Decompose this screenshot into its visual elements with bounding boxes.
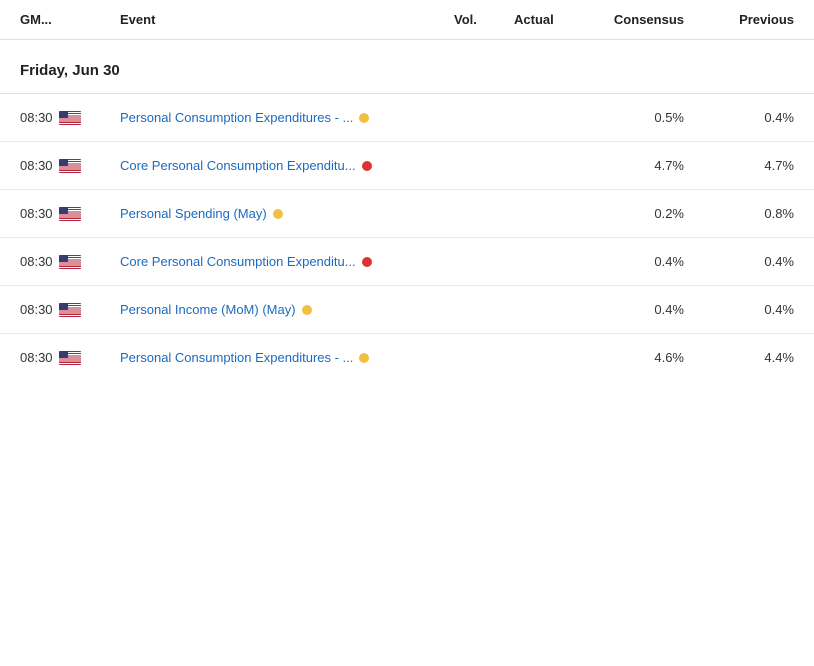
consensus-cell: 0.4% (594, 302, 694, 317)
consensus-cell: 4.7% (594, 158, 694, 173)
previous-cell: 0.4% (694, 110, 794, 125)
time-cell: 08:30 (20, 350, 120, 365)
event-label: Personal Consumption Expenditures - ... (120, 350, 353, 365)
event-label: Personal Income (MoM) (May) (120, 302, 296, 317)
us-flag-icon (59, 207, 81, 221)
time-cell: 08:30 (20, 158, 120, 173)
table-row: 08:30 Personal Consumption Expenditures … (0, 94, 814, 142)
red-dot-icon (362, 161, 372, 171)
time-cell: 08:30 (20, 254, 120, 269)
us-flag-icon (59, 111, 81, 125)
consensus-cell: 0.4% (594, 254, 694, 269)
event-label: Core Personal Consumption Expenditu... (120, 254, 356, 269)
previous-cell: 0.4% (694, 254, 794, 269)
header-previous: Previous (694, 12, 794, 27)
header-vol: Vol. (454, 12, 514, 27)
event-label: Core Personal Consumption Expenditu... (120, 158, 356, 173)
us-flag-icon (59, 351, 81, 365)
yellow-dot-icon (359, 353, 369, 363)
previous-cell: 4.7% (694, 158, 794, 173)
time-value: 08:30 (20, 302, 53, 317)
event-name[interactable]: Core Personal Consumption Expenditu... (120, 158, 454, 173)
time-cell: 08:30 (20, 206, 120, 221)
time-value: 08:30 (20, 158, 53, 173)
table-row: 08:30 Personal Income (MoM) (May) 0.4%0.… (0, 286, 814, 334)
table-row: 08:30 Core Personal Consumption Expendit… (0, 142, 814, 190)
previous-cell: 4.4% (694, 350, 794, 365)
us-flag-icon (59, 255, 81, 269)
header-actual: Actual (514, 12, 594, 27)
event-label: Personal Consumption Expenditures - ... (120, 110, 353, 125)
table-row: 08:30 Personal Spending (May) 0.2%0.8% (0, 190, 814, 238)
yellow-dot-icon (359, 113, 369, 123)
event-name[interactable]: Core Personal Consumption Expenditu... (120, 254, 454, 269)
event-name[interactable]: Personal Income (MoM) (May) (120, 302, 454, 317)
time-value: 08:30 (20, 110, 53, 125)
header-gm: GM... (20, 12, 120, 27)
header-consensus: Consensus (594, 12, 694, 27)
time-cell: 08:30 (20, 302, 120, 317)
event-name[interactable]: Personal Spending (May) (120, 206, 454, 221)
consensus-cell: 4.6% (594, 350, 694, 365)
table-row: 08:30 Core Personal Consumption Expendit… (0, 238, 814, 286)
us-flag-icon (59, 159, 81, 173)
time-value: 08:30 (20, 254, 53, 269)
section-date: Friday, Jun 30 (0, 40, 814, 94)
event-name[interactable]: Personal Consumption Expenditures - ... (120, 350, 454, 365)
yellow-dot-icon (302, 305, 312, 315)
events-list: 08:30 Personal Consumption Expenditures … (0, 94, 814, 381)
time-value: 08:30 (20, 350, 53, 365)
table-row: 08:30 Personal Consumption Expenditures … (0, 334, 814, 381)
us-flag-icon (59, 303, 81, 317)
yellow-dot-icon (273, 209, 283, 219)
event-name[interactable]: Personal Consumption Expenditures - ... (120, 110, 454, 125)
main-container: GM... Event Vol. Actual Consensus Previo… (0, 0, 814, 666)
previous-cell: 0.8% (694, 206, 794, 221)
header-event: Event (120, 12, 454, 27)
table-header: GM... Event Vol. Actual Consensus Previo… (0, 0, 814, 40)
time-value: 08:30 (20, 206, 53, 221)
previous-cell: 0.4% (694, 302, 794, 317)
consensus-cell: 0.5% (594, 110, 694, 125)
event-label: Personal Spending (May) (120, 206, 267, 221)
time-cell: 08:30 (20, 110, 120, 125)
red-dot-icon (362, 257, 372, 267)
consensus-cell: 0.2% (594, 206, 694, 221)
